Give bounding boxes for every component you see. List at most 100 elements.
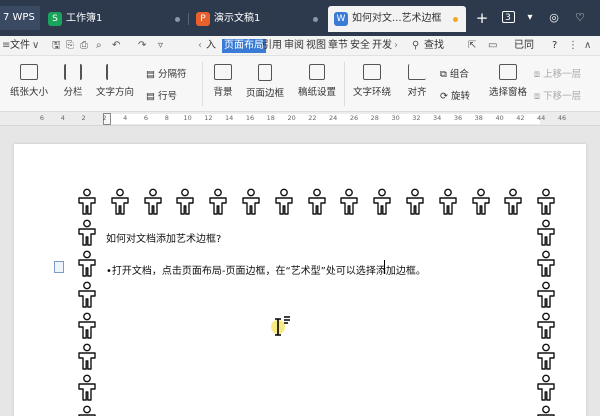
person-border-icon: [275, 188, 293, 215]
page-border-icon: [258, 64, 272, 81]
new-tab-button[interactable]: +: [474, 9, 490, 27]
menu-item-security[interactable]: 安全: [350, 39, 370, 53]
chevron-down-icon[interactable]: ▾: [524, 9, 536, 27]
person-border-icon: [111, 188, 129, 215]
search-command[interactable]: 查找: [424, 39, 444, 53]
chevron-down-icon[interactable]: ∨: [32, 39, 39, 53]
columns-button[interactable]: 分栏: [56, 64, 90, 98]
menu-item-references[interactable]: 引用: [262, 39, 282, 53]
tab-label: 如何对文...艺术边框: [352, 13, 442, 24]
sync-status[interactable]: 已同: [514, 39, 534, 53]
undo-icon[interactable]: ↶: [112, 39, 120, 53]
person-border-icon: [78, 219, 96, 246]
separator-icon: ▤: [146, 69, 155, 80]
person-border-icon: [471, 188, 490, 215]
redo-icon[interactable]: ↷: [138, 39, 146, 53]
tab-document-active[interactable]: W 如何对文...艺术边框: [328, 6, 466, 32]
skin-icon[interactable]: ♡: [572, 9, 588, 27]
share-icon[interactable]: ⇱: [468, 39, 476, 53]
print-preview-icon[interactable]: ⌕: [96, 39, 102, 53]
person-border-icon: [78, 188, 96, 215]
tab-label: 演示文稿1: [214, 13, 261, 24]
file-menu[interactable]: 文件: [10, 39, 30, 53]
collapse-ribbon-icon[interactable]: ∧: [584, 39, 591, 53]
ribbon-divider: [202, 62, 203, 106]
person-border-icon: [537, 312, 555, 339]
ruler-tick-label: 42: [516, 114, 525, 122]
person-border-icon: [537, 405, 555, 416]
menu-item-view[interactable]: 视图: [306, 39, 326, 53]
settings-icon[interactable]: ◎: [546, 9, 562, 27]
line-number-button[interactable]: ▤ 行号: [146, 88, 177, 102]
person-border-icon: [242, 188, 260, 215]
person-border-icon: [78, 343, 96, 370]
align-icon: [408, 64, 426, 80]
help-button[interactable]: ?: [552, 39, 557, 53]
more-icon[interactable]: ▿: [158, 39, 163, 53]
bring-forward-button[interactable]: ⧈ 上移一层: [534, 66, 581, 80]
comment-icon[interactable]: ▭: [488, 39, 497, 53]
document-heading[interactable]: 如何对文档添加艺术边框?: [106, 230, 221, 245]
rotate-icon: ⟳: [440, 91, 448, 102]
scroll-right-icon[interactable]: ›: [394, 39, 398, 53]
menu-item-review[interactable]: 审阅: [284, 39, 304, 53]
ruler-tick-label: 44: [537, 114, 546, 122]
ribbon-divider: [344, 62, 345, 106]
text-wrap-button[interactable]: 文字环绕: [348, 64, 396, 98]
separator-button[interactable]: ▤ 分隔符: [146, 66, 187, 80]
tab-status-dot: [313, 17, 318, 22]
ruler-tick-label: 2: [81, 114, 86, 122]
menu-item-page-layout[interactable]: 页面布局: [222, 39, 266, 53]
save-icon[interactable]: 🖫: [52, 39, 61, 53]
person-border-icon: [143, 188, 162, 215]
align-button[interactable]: 对齐: [400, 64, 434, 98]
ruler-tick-label: 36: [453, 114, 463, 122]
menu-item-insert-fragment[interactable]: 入: [206, 39, 216, 53]
wps-home-button[interactable]: 7 WPS: [0, 6, 40, 30]
more-options-icon[interactable]: ⋮: [568, 39, 578, 53]
group-button[interactable]: ⧉ 组合: [440, 66, 469, 80]
search-icon[interactable]: ⚲: [412, 39, 419, 53]
layers-icon: ⧈: [534, 91, 541, 102]
print-icon[interactable]: ⎙: [80, 39, 88, 53]
menu-item-developer[interactable]: 开发: [372, 39, 392, 53]
paper-size-icon: [20, 64, 38, 80]
send-backward-button[interactable]: ⧈ 下移一层: [534, 88, 581, 102]
ruler-tick-label: 14: [225, 114, 234, 122]
tab-workbook[interactable]: S 工作簿1: [42, 6, 188, 32]
paragraph-text-after-caret: 选择添加边框。: [355, 266, 426, 277]
background-icon: [214, 64, 232, 80]
export-icon[interactable]: ⎘: [66, 39, 74, 53]
menu-item-chapter[interactable]: 章节: [328, 39, 348, 53]
person-border-icon: [340, 188, 359, 215]
tab-count-button[interactable]: 3: [500, 9, 516, 27]
text-direction-icon: [106, 64, 124, 80]
text-wrap-icon: [363, 64, 381, 80]
selection-pane-button[interactable]: 选择窗格: [486, 64, 530, 98]
i-beam-cursor-icon: [271, 316, 290, 336]
person-border-icon: [78, 405, 96, 416]
ruler-tick-label: 24: [329, 114, 338, 122]
tab-presentation[interactable]: P 演示文稿1: [190, 6, 326, 32]
text-direction-button[interactable]: 文字方向: [92, 64, 138, 98]
scroll-left-icon[interactable]: ‹: [198, 39, 202, 53]
manuscript-settings-button[interactable]: 稿纸设置: [294, 64, 340, 98]
ruler-tick-label: 40: [495, 114, 504, 122]
paper-size-button[interactable]: 纸张大小: [4, 64, 54, 98]
person-border-icon: [537, 374, 555, 401]
ruler-tick-label: 6: [143, 114, 149, 122]
tab-count-badge: 3: [501, 11, 515, 23]
rotate-button[interactable]: ⟳ 旋转: [440, 88, 470, 102]
person-border-icon: [373, 188, 391, 215]
person-border-icon: [78, 312, 96, 339]
background-button[interactable]: 背景: [206, 64, 240, 98]
document-paragraph[interactable]: •打开文档，点击页面布局-页面边框，在“艺术型”处可以选择添加边框。: [106, 262, 426, 277]
ruler-tick-label: 20: [287, 114, 296, 122]
ruler-tick-label: 30: [391, 114, 400, 122]
person-border-icon: [176, 188, 195, 215]
person-border-icon: [504, 188, 523, 215]
page-border-button[interactable]: 页面边框: [242, 64, 288, 99]
horizontal-ruler[interactable]: 6 4 2 2 4 6 8 10 12 14 16 18 20 22 24 26 28 30 32 34 36 38 40 4…: [0, 112, 600, 126]
unsaved-dot: [453, 17, 458, 22]
document-page[interactable]: [14, 144, 586, 416]
